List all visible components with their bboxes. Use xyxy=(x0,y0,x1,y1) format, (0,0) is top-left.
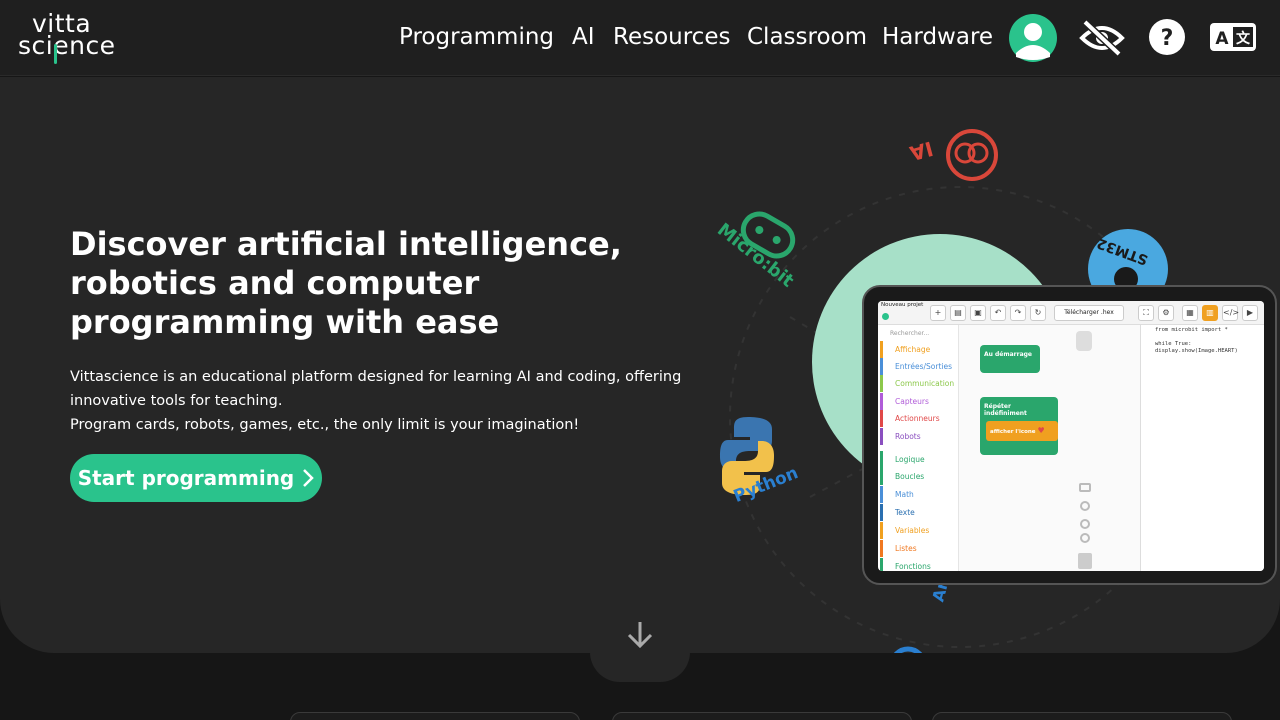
svg-text:A: A xyxy=(1215,29,1229,49)
run-play-button[interactable]: ▶ xyxy=(1242,305,1258,321)
on-start-block[interactable]: Au démarrage xyxy=(980,345,1040,373)
show-icon-label: afficher l'icone xyxy=(990,429,1036,435)
category-item[interactable]: Texte xyxy=(880,504,956,521)
heart-icon: ♥ xyxy=(1037,426,1045,435)
category-item[interactable]: Actionneurs xyxy=(880,410,956,427)
trash-icon[interactable] xyxy=(1078,553,1092,569)
category-item[interactable]: Fonctions xyxy=(880,558,956,571)
nav-resources[interactable]: Resources xyxy=(613,20,730,54)
code-view-button[interactable]: </> xyxy=(1222,305,1239,321)
nav-hardware[interactable]: Hardware xyxy=(882,20,993,54)
nav-classroom[interactable]: Classroom xyxy=(747,20,867,54)
chevron-right-icon xyxy=(303,469,315,487)
ai-brain-icon xyxy=(946,129,998,181)
settings-gear-icon[interactable]: ⚙ xyxy=(1158,305,1174,321)
hero-title: Discover artificial intelligence, roboti… xyxy=(70,225,622,341)
zoom-in-icon[interactable] xyxy=(1080,519,1090,529)
feature-card[interactable] xyxy=(290,712,580,720)
logo-line-2: science xyxy=(18,31,116,60)
category-item[interactable]: Listes xyxy=(880,540,956,557)
svg-text:文: 文 xyxy=(1236,30,1251,47)
hero-section: Discover artificial intelligence, roboti… xyxy=(0,77,1280,653)
zoom-out-icon[interactable] xyxy=(1080,533,1090,543)
code-line: while True: xyxy=(1155,341,1192,347)
eye-off-icon[interactable] xyxy=(1078,18,1126,58)
search-field[interactable]: Rechercher... xyxy=(880,327,956,340)
start-programming-button[interactable]: Start programming xyxy=(70,454,322,502)
code-line: from microbit import * xyxy=(1155,327,1228,333)
search-placeholder: Rechercher... xyxy=(890,330,930,337)
new-file-button[interactable]: + xyxy=(930,305,946,321)
translate-icon[interactable]: A 文 xyxy=(1209,22,1257,52)
cta-label: Start programming xyxy=(77,466,295,490)
open-file-button[interactable]: ▤ xyxy=(950,305,966,321)
hero-desc-line-1: Vittascience is an educational platform … xyxy=(70,369,682,409)
help-icon[interactable]: ? xyxy=(1148,18,1186,56)
zoom-reset-icon[interactable] xyxy=(1080,501,1090,511)
hero-description: Vittascience is an educational platform … xyxy=(70,365,690,437)
hero-desc-line-2: Program cards, robots, games, etc., the … xyxy=(70,417,580,433)
svg-text:?: ? xyxy=(1161,26,1174,51)
vittascience-logo[interactable]: vitta science xyxy=(18,10,130,66)
category-item[interactable]: Logique xyxy=(880,451,956,468)
arrow-down-icon[interactable] xyxy=(624,618,656,650)
blocks-view-button[interactable]: ▥ xyxy=(1202,305,1218,321)
logo-accent xyxy=(54,44,57,64)
editor-toolbar: Nouveau projet + ▤ ▣ ↶ ↷ ↻ Télécharger .… xyxy=(878,301,1264,325)
feature-card[interactable] xyxy=(612,712,912,720)
category-item[interactable]: Capteurs xyxy=(880,393,956,410)
nav-programming[interactable]: Programming xyxy=(399,20,554,54)
project-name: Nouveau projet xyxy=(881,302,924,308)
category-item[interactable]: Affichage xyxy=(880,341,956,358)
category-item[interactable]: Math xyxy=(880,486,956,503)
nav-ai[interactable]: AI xyxy=(572,20,595,54)
screenshot-camera-icon[interactable] xyxy=(1079,483,1091,492)
top-navbar: vitta science Programming AI Resources C… xyxy=(0,0,1280,76)
editor-screen: Nouveau projet + ▤ ▣ ↶ ↷ ↻ Télécharger .… xyxy=(878,301,1264,571)
save-button[interactable]: ▣ xyxy=(970,305,986,321)
category-item[interactable]: Robots xyxy=(880,428,956,445)
category-item[interactable]: Boucles xyxy=(880,468,956,485)
redo-button[interactable]: ↷ xyxy=(1010,305,1026,321)
show-icon-block[interactable]: afficher l'icone ♥ xyxy=(986,421,1058,441)
grid-view-button[interactable]: ▦ xyxy=(1182,305,1198,321)
user-avatar-icon[interactable] xyxy=(1008,13,1058,63)
code-line: display.show(Image.HEART) xyxy=(1155,348,1238,354)
status-dot xyxy=(882,313,889,320)
fullscreen-button[interactable]: ⛶ xyxy=(1138,305,1154,321)
category-item[interactable]: Entrées/Sorties xyxy=(880,358,956,375)
feature-card[interactable] xyxy=(932,712,1232,720)
category-item[interactable]: Communication xyxy=(880,375,956,392)
category-item[interactable]: Variables xyxy=(880,522,956,539)
download-hex-button[interactable]: Télécharger .hex xyxy=(1054,305,1124,321)
refresh-button[interactable]: ↻ xyxy=(1030,305,1046,321)
undo-button[interactable]: ↶ xyxy=(990,305,1006,321)
code-editor[interactable]: from microbit import * while True: displ… xyxy=(1140,325,1264,571)
robot-mascot-icon xyxy=(1076,331,1092,351)
tablet-mockup: Nouveau projet + ▤ ▣ ↶ ↷ ↻ Télécharger .… xyxy=(862,285,1277,585)
